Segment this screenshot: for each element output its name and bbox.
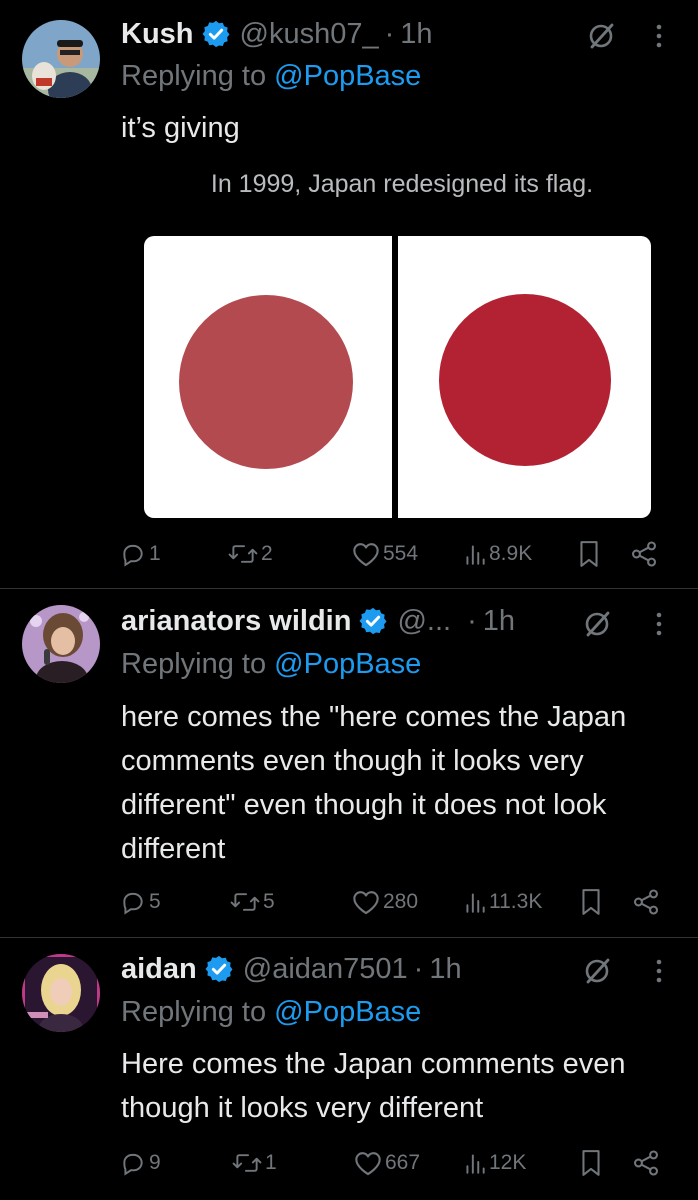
timestamp[interactable]: 1h [483, 605, 515, 638]
reply-icon [123, 544, 143, 567]
avatar-aidan[interactable] [22, 954, 100, 1032]
tweet-aidan[interactable]: aidan @aidan7501 · 1h Replying to @PopBa… [0, 938, 698, 1200]
views-icon [466, 1154, 485, 1174]
like-count: 554 [383, 542, 419, 565]
replying-mention[interactable]: @PopBase [274, 996, 421, 1028]
handle[interactable]: @... [397, 605, 451, 638]
verified-badge-icon [359, 607, 387, 635]
tweet-header: Kush @kush07_ · 1h [121, 14, 433, 54]
bookmark-icon [582, 1150, 600, 1176]
timestamp[interactable]: 1h [400, 18, 432, 51]
action-bar: 1 2 554 8.9K [0, 536, 698, 572]
tweet-text: here comes the "here comes the Japan com… [121, 701, 627, 865]
like-icon [353, 543, 379, 567]
action-bar: 9 1 667 12K [0, 1145, 698, 1181]
replying-prefix: Replying to [121, 648, 267, 680]
views-icon [466, 545, 485, 565]
share-icon [633, 889, 659, 915]
tweet-text: it’s giving [121, 112, 240, 144]
flag-right-disc [439, 294, 611, 466]
like-icon [355, 1152, 381, 1176]
share-button[interactable] [632, 1145, 660, 1181]
repost-button[interactable]: 5 [230, 884, 275, 920]
more-icon[interactable] [654, 956, 664, 986]
reply-icon [123, 892, 143, 915]
like-icon [353, 891, 379, 915]
views-button[interactable]: 11.3K [464, 884, 542, 920]
display-name[interactable]: aidan [121, 953, 197, 986]
repost-count: 2 [261, 542, 273, 565]
reply-button[interactable]: 1 [120, 536, 161, 572]
repost-icon [230, 893, 260, 911]
views-button[interactable]: 8.9K [464, 536, 532, 572]
grok-icon[interactable] [586, 21, 616, 51]
like-button[interactable]: 554 [352, 536, 418, 572]
verified-badge-icon [202, 20, 229, 48]
handle[interactable]: @aidan7501 [243, 953, 408, 986]
flag-left-disc [179, 295, 353, 469]
grok-icon[interactable] [582, 609, 612, 639]
tweet-media[interactable]: In 1999, Japan redesigned its flag. [121, 160, 683, 530]
avatar-arianators-wildin[interactable] [22, 605, 100, 683]
like-button[interactable]: 280 [352, 884, 418, 920]
repost-button[interactable]: 1 [232, 1145, 277, 1181]
tweet-arianators-wildin[interactable]: arianators wildin @... · 1h Replying to … [0, 589, 698, 937]
bookmark-button[interactable] [580, 884, 602, 920]
media-caption: In 1999, Japan redesigned its flag. [210, 170, 594, 198]
share-icon [631, 541, 657, 567]
replying-to: Replying to @PopBase [121, 648, 421, 681]
repost-icon [232, 1154, 262, 1172]
separator-dot: · [384, 17, 395, 50]
separator-dot: · [413, 952, 424, 985]
reply-count: 1 [149, 542, 161, 565]
repost-count: 1 [265, 1151, 277, 1174]
repost-count: 5 [263, 890, 275, 913]
more-icon[interactable] [654, 21, 664, 51]
views-count: 12K [489, 1151, 527, 1174]
views-count: 11.3K [489, 890, 543, 913]
replying-mention[interactable]: @PopBase [274, 648, 421, 680]
like-count: 280 [383, 890, 419, 913]
more-icon[interactable] [654, 609, 664, 639]
flag-left [144, 236, 392, 518]
handle[interactable]: @kush07_ [240, 18, 379, 51]
verified-badge-icon [205, 955, 233, 983]
flag-right [398, 236, 651, 518]
reply-button[interactable]: 5 [120, 884, 161, 920]
replying-prefix: Replying to [121, 996, 267, 1028]
repost-button[interactable]: 2 [228, 536, 273, 572]
bookmark-button[interactable] [580, 1145, 602, 1181]
replying-mention[interactable]: @PopBase [274, 60, 421, 92]
repost-icon [228, 545, 258, 563]
views-button[interactable]: 12K [464, 1145, 526, 1181]
bookmark-icon [580, 541, 598, 567]
like-button[interactable]: 667 [354, 1145, 420, 1181]
reply-count: 9 [149, 1151, 161, 1174]
action-bar: 5 5 280 11.3K [0, 884, 698, 920]
share-icon [633, 1150, 659, 1176]
replying-prefix: Replying to [121, 60, 267, 92]
replying-to: Replying to @PopBase [121, 996, 421, 1029]
tweet-header: arianators wildin @... · 1h [121, 601, 515, 641]
grok-icon[interactable] [582, 956, 612, 986]
reply-icon [123, 1153, 143, 1176]
share-button[interactable] [630, 536, 658, 572]
like-count: 667 [385, 1151, 421, 1174]
separator-dot: · [467, 604, 477, 637]
views-count: 8.9K [489, 542, 533, 565]
avatar-kush[interactable] [22, 20, 100, 98]
reply-button[interactable]: 9 [120, 1145, 161, 1181]
display-name[interactable]: arianators wildin [121, 605, 351, 638]
bookmark-icon [582, 889, 600, 915]
views-icon [466, 893, 485, 913]
share-button[interactable] [632, 884, 660, 920]
replying-to: Replying to @PopBase [121, 60, 421, 93]
timestamp[interactable]: 1h [429, 953, 461, 986]
bookmark-button[interactable] [578, 536, 600, 572]
reply-count: 5 [149, 890, 161, 913]
tweet-header: aidan @aidan7501 · 1h [121, 949, 462, 989]
tweet-text: Here comes the Japan comments even thoug… [121, 1048, 626, 1124]
tweet-kush[interactable]: Kush @kush07_ · 1h Replying to @PopBase … [0, 0, 698, 588]
display-name[interactable]: Kush [121, 18, 194, 51]
